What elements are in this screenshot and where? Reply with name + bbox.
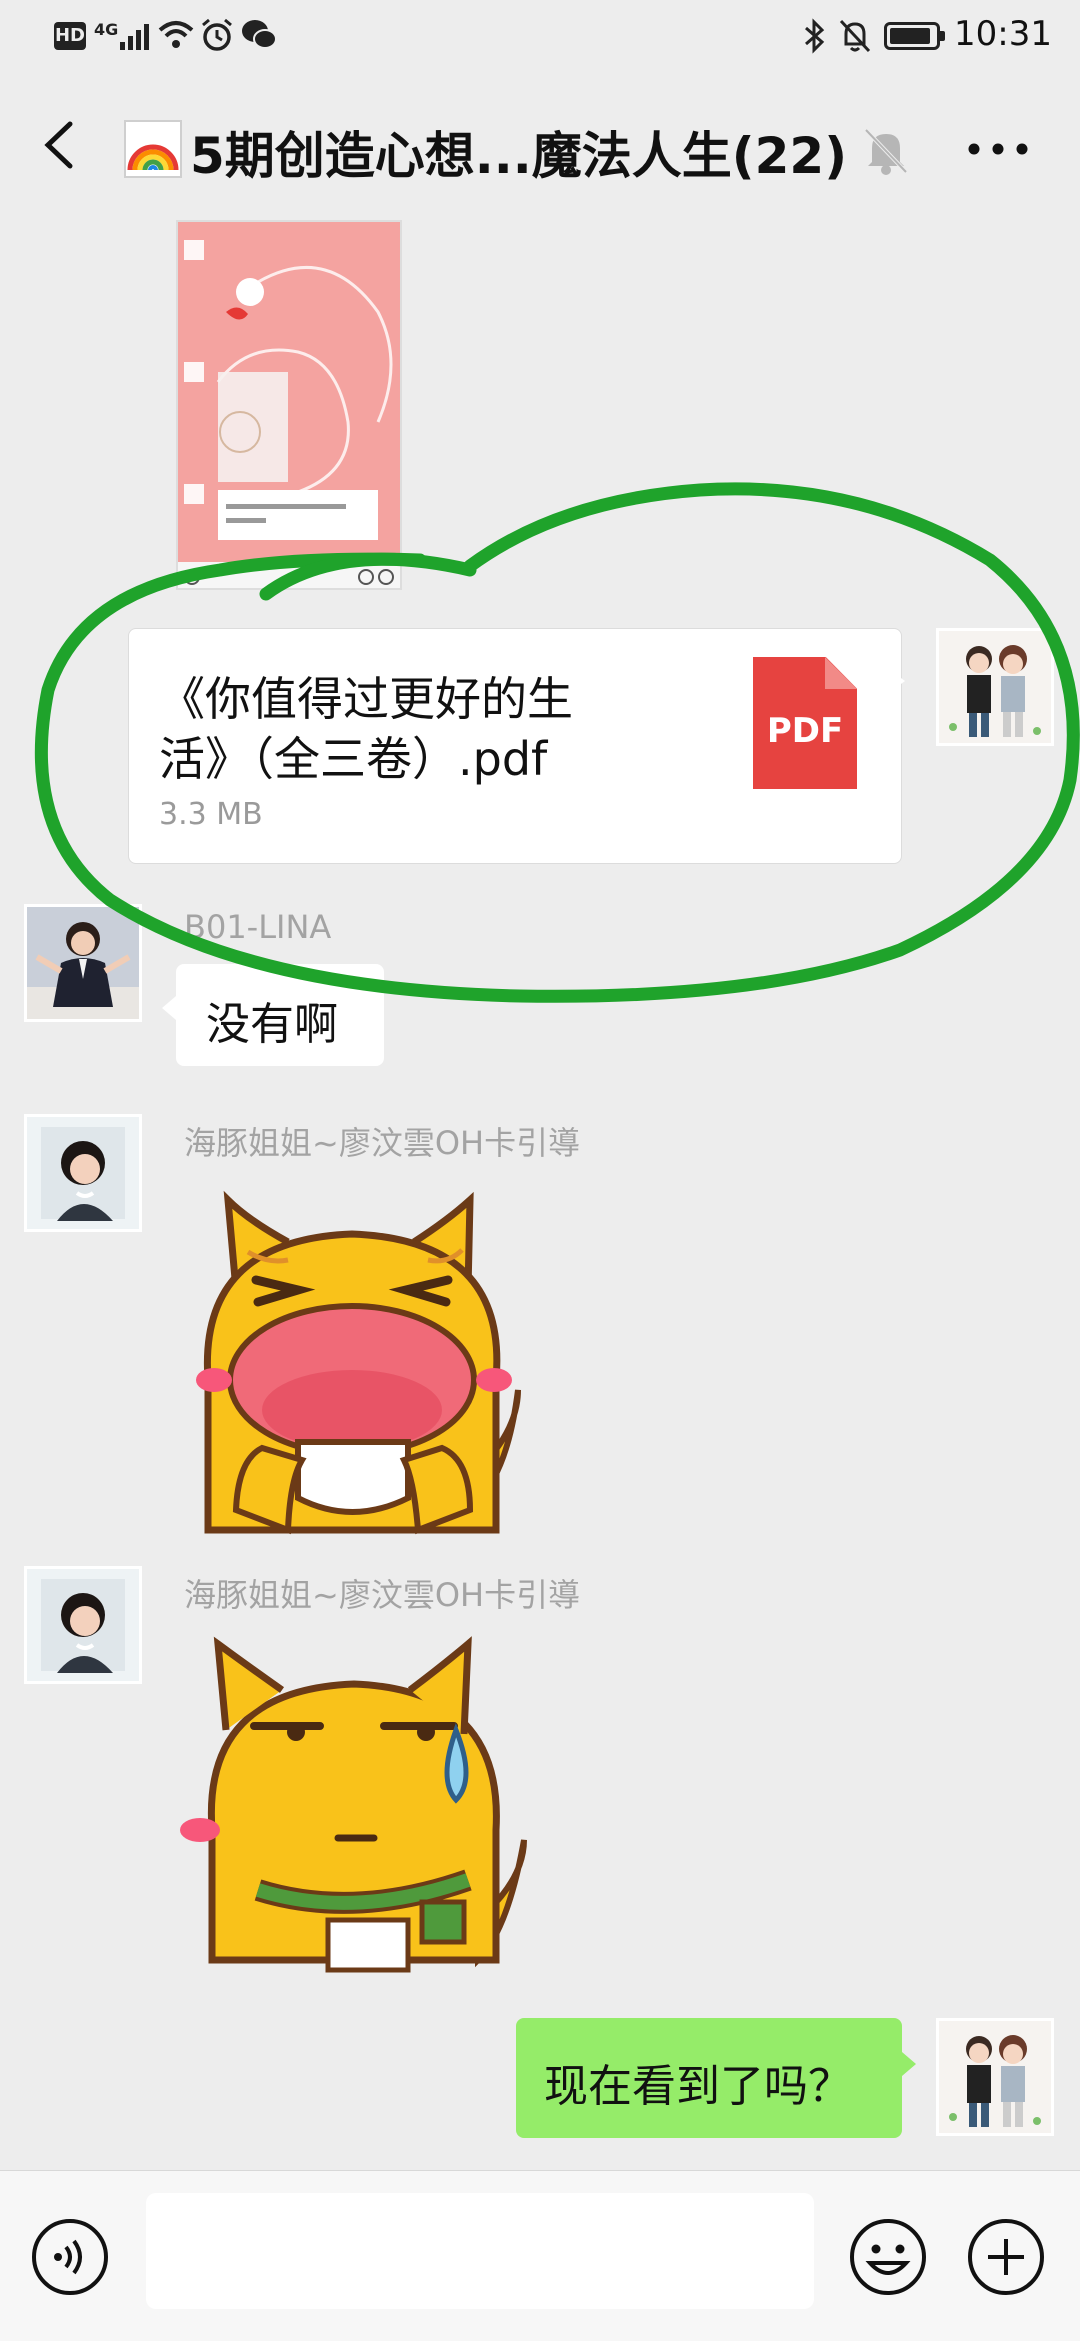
chat-header: 5期创造心想...魔法人生(22) xyxy=(0,72,1080,220)
file-size: 3.3 MB xyxy=(159,797,263,832)
battery-icon xyxy=(884,22,945,50)
message-text: 现在看到了吗？ xyxy=(544,2061,852,2112)
plus-icon[interactable] xyxy=(966,2217,1046,2297)
wifi-icon xyxy=(158,21,194,48)
alarm-icon xyxy=(202,18,232,51)
status-bar: HD 4G 10:31 xyxy=(0,0,1080,72)
hd-badge: HD xyxy=(54,22,86,50)
emoji-icon[interactable] xyxy=(848,2217,928,2297)
pdf-icon-label: PDF xyxy=(766,711,844,751)
chat-title[interactable]: 5期创造心想...魔法人生(22) xyxy=(190,116,847,188)
sender-avatar-lina[interactable] xyxy=(24,904,142,1022)
mute-icon xyxy=(839,19,871,53)
muted-bell-icon xyxy=(864,128,908,175)
text-message[interactable]: 没有啊 xyxy=(162,964,384,1066)
file-name: 《你值得过更好的生 活》（全三卷）.pdf xyxy=(159,669,619,789)
pdf-fold-corner xyxy=(825,657,857,689)
file-message[interactable]: 《你值得过更好的生 活》（全三卷）.pdf 3.3 MB PDF xyxy=(128,628,905,864)
sender-name: B01-LINA xyxy=(184,908,332,946)
signal-icon xyxy=(120,24,149,50)
sender-avatar-dolphin[interactable] xyxy=(24,1114,142,1232)
more-dots-icon[interactable] xyxy=(960,124,1036,174)
my-text-message[interactable]: 现在看到了吗？ xyxy=(516,2018,916,2138)
my-avatar[interactable] xyxy=(936,628,1054,746)
group-emoji-icon xyxy=(124,120,182,178)
back-arrow-icon[interactable] xyxy=(30,110,90,180)
image-message[interactable] xyxy=(176,220,402,590)
laughing-cat-sticker[interactable] xyxy=(178,1180,538,1535)
sender-name: 海豚姐姐~廖汶雲OH卡引導 xyxy=(184,1124,581,1162)
sweating-cat-sticker[interactable] xyxy=(178,1630,538,1980)
message-input[interactable] xyxy=(146,2193,814,2309)
file-name-line1: 《你值得过更好的生 xyxy=(159,672,573,726)
battery-level xyxy=(890,28,930,44)
clock: 10:31 xyxy=(954,14,1052,54)
message-text: 没有啊 xyxy=(206,999,338,1050)
network-type: 4G xyxy=(94,20,119,39)
wechat-icon xyxy=(242,20,277,49)
file-name-line2: 活》（全三卷）.pdf xyxy=(159,732,548,786)
input-bar xyxy=(0,2170,1080,2341)
message-list[interactable]: 《你值得过更好的生 活》（全三卷）.pdf 3.3 MB PDF B01-LIN… xyxy=(0,220,1080,2170)
voice-icon[interactable] xyxy=(30,2217,110,2297)
sender-avatar-dolphin[interactable] xyxy=(24,1566,142,1684)
bluetooth-icon xyxy=(805,18,825,54)
my-avatar[interactable] xyxy=(936,2018,1054,2136)
sender-name: 海豚姐姐~廖汶雲OH卡引導 xyxy=(184,1576,581,1614)
